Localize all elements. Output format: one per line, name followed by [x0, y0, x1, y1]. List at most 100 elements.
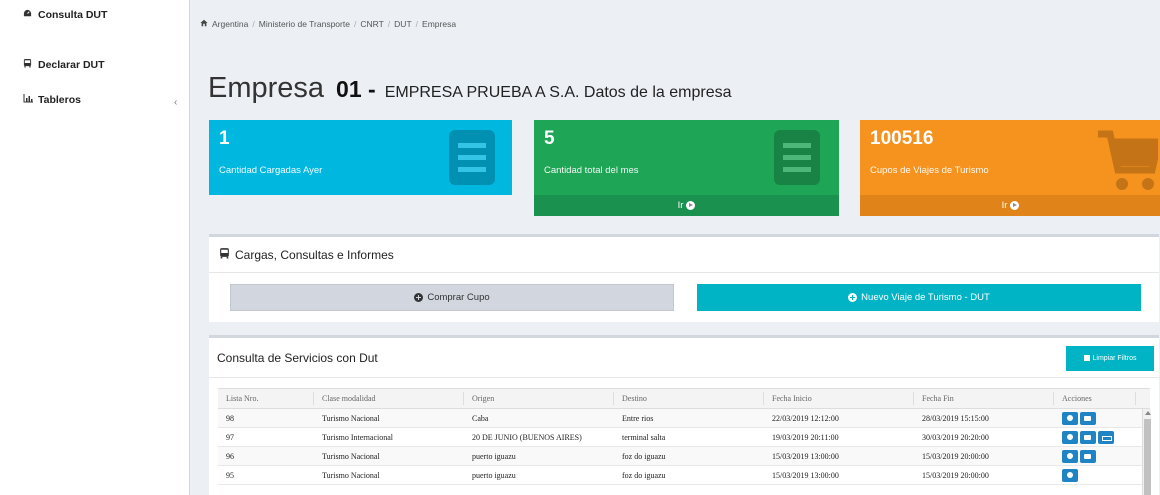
- company-code: 01 -: [336, 76, 376, 102]
- comprar-cupo-label: Comprar Cupo: [427, 292, 490, 303]
- table-row: 95 Turismo Nacional puerto iguazu foz do…: [218, 466, 1150, 485]
- cell-fecha-inicio: 15/03/2019 13:00:00: [772, 470, 839, 480]
- breadcrumb-item[interactable]: Argentina: [212, 19, 248, 29]
- cell-destino: foz do iguazu: [622, 470, 666, 480]
- scrollbar-thumb[interactable]: [1144, 419, 1151, 495]
- column-header[interactable]: Destino: [614, 392, 764, 405]
- cell-clase: Turismo Nacional: [322, 451, 380, 461]
- breadcrumb-item[interactable]: CNRT: [360, 19, 383, 29]
- limpiar-filtros-label: Limpiar Filtros: [1092, 355, 1137, 362]
- dashboard-icon: [22, 9, 33, 21]
- consulta-panel-title: Consulta de Servicios con Dut: [217, 351, 378, 365]
- document-icon: [774, 130, 820, 190]
- services-table: Lista Nro. Clase modalidad Origen Destin…: [218, 388, 1150, 485]
- print-icon[interactable]: [1080, 430, 1096, 444]
- sidebar-item-consulta-dut[interactable]: Consulta DUT: [22, 9, 107, 21]
- stat-footer-label: Ir: [1001, 200, 1008, 211]
- column-header[interactable]: Origen: [464, 392, 614, 405]
- table-row: 96 Turismo Nacional puerto iguazu foz do…: [218, 447, 1150, 466]
- page-title-main: Empresa: [208, 72, 325, 104]
- table-row: 98 Turismo Nacional Caba Entre rios 22/0…: [218, 409, 1150, 428]
- arrow-circle-right-icon: [1010, 201, 1020, 210]
- stat-label: Cantidad Cargadas Ayer: [219, 165, 323, 176]
- view-icon[interactable]: [1062, 411, 1078, 425]
- eraser-icon: [1083, 354, 1090, 363]
- sidebar-item-declarar-dut[interactable]: Declarar DUT: [22, 58, 105, 71]
- cell-acciones: [1054, 447, 1136, 465]
- cell-fecha-inicio: 22/03/2019 12:12:00: [772, 413, 839, 423]
- view-icon[interactable]: [1062, 449, 1078, 463]
- column-header[interactable]: Clase modalidad: [314, 392, 464, 405]
- page-title: Empresa 01 - EMPRESA PRUEBA A S.A. Datos…: [208, 72, 732, 105]
- view-icon[interactable]: [1062, 430, 1078, 444]
- retweet-icon[interactable]: [1098, 430, 1114, 444]
- cell-origen: puerto iguazu: [472, 470, 516, 480]
- bus-icon: [219, 247, 230, 262]
- main-content: Argentina / Ministerio de Transporte / C…: [189, 0, 1160, 495]
- table-body: 98 Turismo Nacional Caba Entre rios 22/0…: [218, 409, 1150, 485]
- stat-footer-link[interactable]: Ir: [860, 195, 1160, 216]
- nuevo-viaje-label: Nuevo Viaje de Turismo - DUT: [861, 292, 990, 303]
- cell-nro: 98: [226, 413, 234, 423]
- stat-label: Cupos de Viajes de Turismo: [870, 165, 989, 176]
- limpiar-filtros-button[interactable]: Limpiar Filtros: [1066, 346, 1154, 371]
- cell-fecha-inicio: 15/03/2019 13:00:00: [772, 451, 839, 461]
- nuevo-viaje-button[interactable]: Nuevo Viaje de Turismo - DUT: [697, 284, 1141, 311]
- view-icon[interactable]: [1062, 468, 1078, 482]
- table-header: Lista Nro. Clase modalidad Origen Destin…: [218, 388, 1150, 409]
- column-header: Acciones: [1054, 392, 1136, 405]
- stat-footer-label: Ir: [677, 200, 684, 211]
- cargas-panel-title: Cargas, Consultas e Informes: [235, 247, 394, 262]
- cell-acciones: [1054, 466, 1136, 484]
- stat-box-cupos-turismo: 100516 Cupos de Viajes de Turismo Ir: [860, 120, 1160, 216]
- sidebar-item-tableros[interactable]: Tableros: [22, 94, 81, 106]
- stat-label: Cantidad total del mes: [544, 165, 639, 176]
- sidebar-item-label: Tableros: [38, 94, 81, 106]
- cart-icon: [1098, 130, 1160, 197]
- plus-circle-icon: [414, 293, 424, 302]
- cell-destino: Entre rios: [622, 413, 654, 423]
- cargas-panel: Cargas, Consultas e Informes Comprar Cup…: [209, 234, 1159, 322]
- sidebar-item-label: Consulta DUT: [38, 9, 108, 21]
- cell-nro: 95: [226, 470, 234, 480]
- breadcrumb: Argentina / Ministerio de Transporte / C…: [200, 19, 456, 29]
- cell-origen: puerto iguazu: [472, 451, 516, 461]
- cell-nro: 96: [226, 451, 234, 461]
- cell-clase: Turismo Internacional: [322, 432, 394, 442]
- stat-box-total-mes: 5 Cantidad total del mes Ir: [534, 120, 839, 216]
- consulta-panel: Consulta de Servicios con Dut Limpiar Fi…: [209, 335, 1159, 495]
- cell-fecha-fin: 15/03/2019 20:00:00: [922, 470, 989, 480]
- breadcrumb-item[interactable]: DUT: [394, 19, 411, 29]
- cell-fecha-inicio: 19/03/2019 20:11:00: [772, 432, 839, 442]
- scroll-up-icon[interactable]: [1145, 411, 1151, 415]
- sidebar: Consulta DUT Declarar DUT Tableros ‹: [0, 0, 189, 495]
- cell-origen: 20 DE JUNIO (BUENOS AIRES): [472, 432, 582, 442]
- comprar-cupo-button[interactable]: Comprar Cupo: [230, 284, 674, 311]
- page-subtitle: EMPRESA PRUEBA A S.A. Datos de la empres…: [384, 84, 732, 101]
- column-header[interactable]: Fecha Inicio: [764, 392, 914, 405]
- bar-chart-icon: [22, 94, 33, 106]
- cell-destino: foz do iguazu: [622, 451, 666, 461]
- home-icon: [200, 19, 208, 29]
- column-header[interactable]: Lista Nro.: [218, 392, 314, 405]
- cell-fecha-fin: 28/03/2019 15:15:00: [922, 413, 989, 423]
- column-header[interactable]: Fecha Fin: [914, 392, 1054, 405]
- cell-clase: Turismo Nacional: [322, 413, 380, 423]
- stat-footer-link[interactable]: Ir: [534, 195, 839, 216]
- cell-clase: Turismo Nacional: [322, 470, 380, 480]
- stat-box-cargadas-ayer: 1 Cantidad Cargadas Ayer: [209, 120, 512, 195]
- chevron-left-icon[interactable]: ‹: [174, 97, 177, 108]
- print-icon[interactable]: [1080, 411, 1096, 425]
- breadcrumb-item-current: Empresa: [422, 19, 457, 29]
- table-row: 97 Turismo Internacional 20 DE JUNIO (BU…: [218, 428, 1150, 447]
- stat-value: 100516: [870, 128, 934, 149]
- sidebar-item-label: Declarar DUT: [38, 58, 105, 71]
- cell-fecha-fin: 15/03/2019 20:00:00: [922, 451, 989, 461]
- arrow-circle-right-icon: [686, 201, 696, 210]
- table-scrollbar[interactable]: [1142, 409, 1151, 495]
- breadcrumb-item[interactable]: Ministerio de Transporte: [259, 19, 350, 29]
- cargas-panel-header: Cargas, Consultas e Informes: [219, 247, 394, 262]
- document-icon: [449, 130, 495, 190]
- print-icon[interactable]: [1080, 449, 1096, 463]
- stat-value: 1: [219, 128, 230, 149]
